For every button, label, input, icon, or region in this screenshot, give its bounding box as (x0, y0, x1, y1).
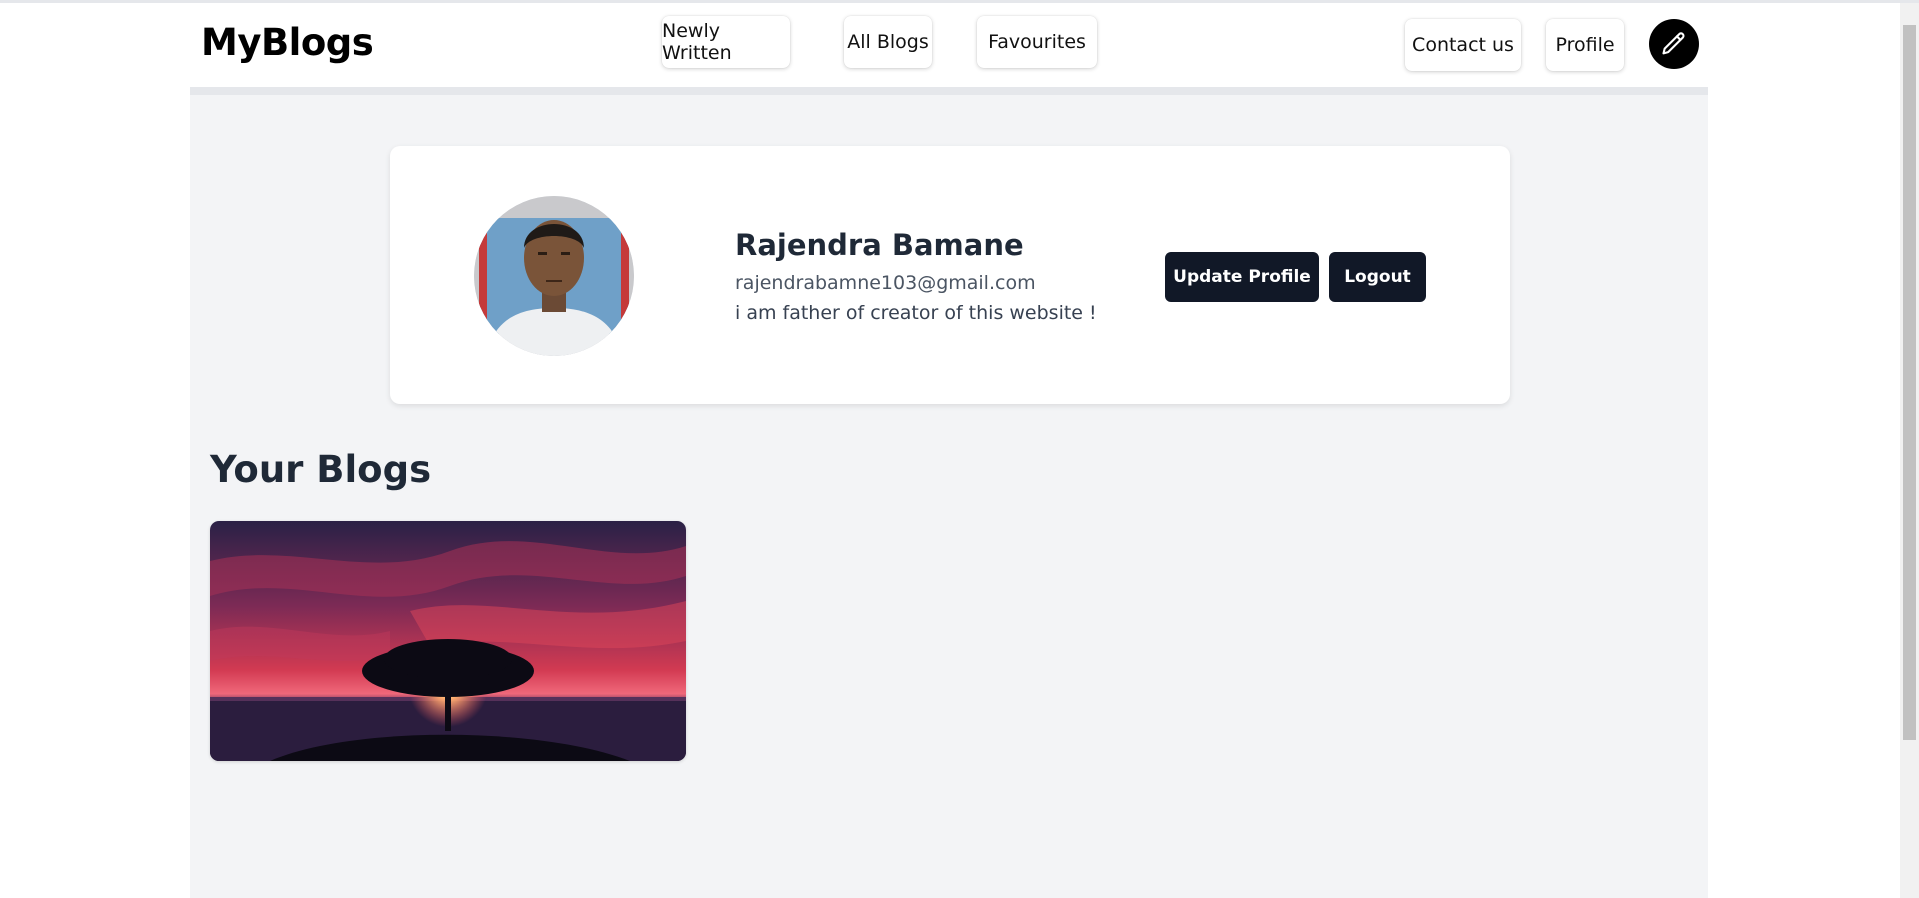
profile-name: Rajendra Bamane (735, 228, 1024, 262)
nav-newly-written[interactable]: Newly Written (662, 16, 790, 68)
profile-card: Rajendra Bamane rajendrabamne103@gmail.c… (390, 146, 1510, 404)
nav-contact-us[interactable]: Contact us (1405, 19, 1521, 71)
avatar (474, 196, 634, 356)
scrollbar-thumb[interactable] (1903, 25, 1916, 740)
pencil-icon (1662, 32, 1685, 55)
update-profile-button[interactable]: Update Profile (1165, 252, 1319, 302)
nav-profile[interactable]: Profile (1546, 19, 1624, 71)
avatar-photo (474, 196, 634, 356)
main-content: Rajendra Bamane rajendrabamne103@gmail.c… (190, 95, 1708, 898)
sunset-tree-image (210, 521, 686, 761)
vertical-scrollbar[interactable] (1900, 3, 1919, 898)
header-divider (190, 87, 1708, 95)
site-logo[interactable]: MyBlogs (201, 21, 374, 64)
your-blogs-heading: Your Blogs (210, 448, 432, 491)
profile-bio: i am father of creator of this website ! (735, 302, 1097, 324)
nav-favourites[interactable]: Favourites (977, 16, 1097, 68)
nav-all-blogs[interactable]: All Blogs (844, 16, 932, 68)
top-navbar: MyBlogs Newly Written All Blogs Favourit… (190, 3, 1708, 87)
write-blog-button[interactable] (1649, 19, 1699, 69)
profile-email: rajendrabamne103@gmail.com (735, 272, 1036, 294)
blog-card[interactable] (210, 521, 686, 761)
logout-button[interactable]: Logout (1329, 252, 1426, 302)
